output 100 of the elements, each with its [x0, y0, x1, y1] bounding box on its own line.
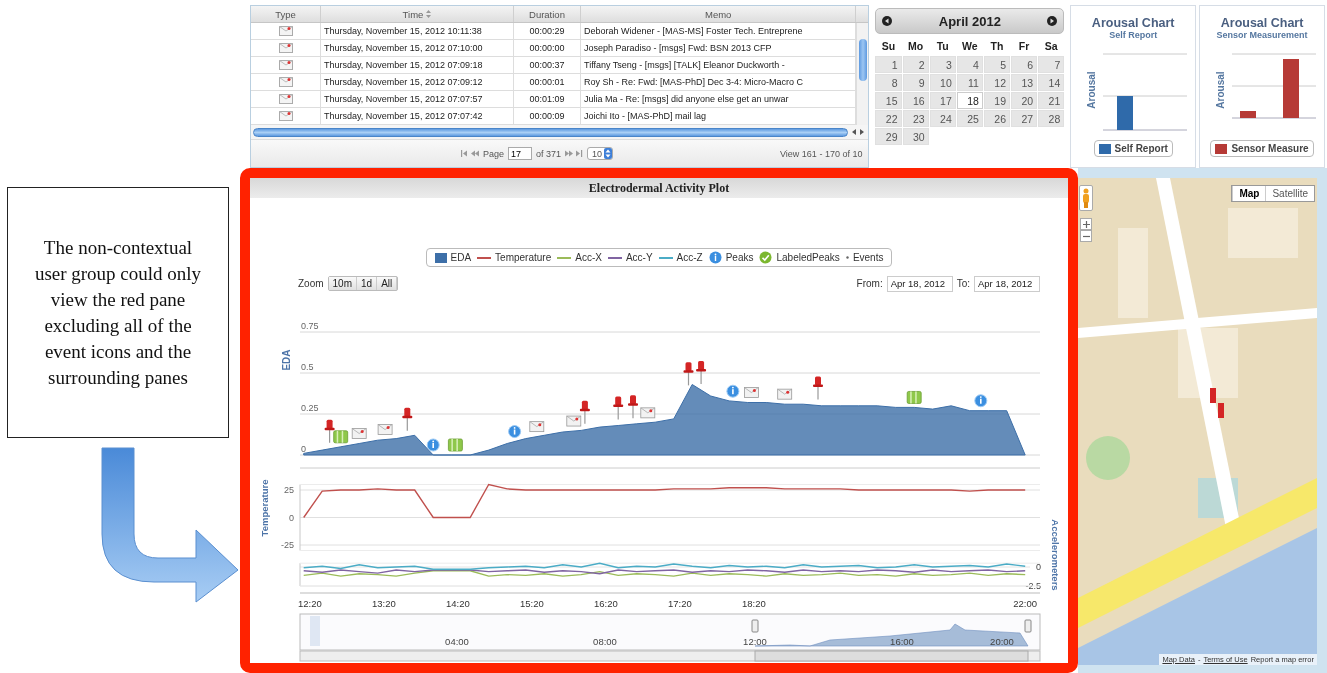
legend-label[interactable]: LabeledPeaks — [776, 252, 840, 263]
info-icon[interactable] — [426, 438, 440, 452]
first-page-icon[interactable] — [461, 150, 479, 157]
mail-icon[interactable] — [777, 388, 793, 400]
info-icon[interactable] — [974, 394, 988, 408]
to-date-field[interactable]: Apr 18, 2012 — [974, 275, 1040, 292]
axis-tick-label: 0 — [1036, 562, 1041, 572]
column-header[interactable]: Time — [321, 6, 514, 22]
page-label: Page — [483, 148, 505, 159]
calendar-day[interactable]: 23 — [902, 110, 929, 127]
calendar-day[interactable]: 30 — [902, 128, 929, 145]
axis-tick-label: 22:00 — [1013, 598, 1038, 609]
chart-subtitle: Self Report — [1109, 30, 1158, 40]
info-icon[interactable] — [508, 425, 522, 439]
range-handle[interactable] — [1024, 619, 1032, 633]
calendar-day[interactable]: 15 — [875, 92, 902, 109]
axis-tick-label: 12:00 — [743, 636, 767, 647]
calendar-day[interactable]: 28 — [1038, 110, 1065, 127]
axis-tick-label: 0.75 — [301, 321, 319, 331]
chart-title: Arousal Chart — [1220, 16, 1304, 30]
range-handle[interactable] — [751, 619, 759, 633]
note-icon[interactable] — [448, 438, 463, 452]
note-icon[interactable] — [906, 391, 922, 404]
chart-legend[interactable]: Sensor Measure — [1210, 140, 1314, 157]
calendar-day[interactable]: 1 — [875, 56, 902, 73]
mail-icon[interactable] — [566, 415, 582, 427]
legend-label[interactable]: Events — [852, 252, 884, 263]
calendar-day[interactable]: 7 — [1038, 56, 1065, 73]
calendar-day[interactable]: 8 — [875, 74, 902, 91]
calendar-day[interactable]: 29 — [875, 128, 902, 145]
page-size-select[interactable]: 10 — [587, 147, 614, 160]
axis-tick-label: 0.5 — [301, 362, 314, 372]
column-header[interactable]: Memo — [581, 6, 857, 22]
axis-tick-label: -2.5 — [1025, 581, 1041, 591]
navigator-mask — [310, 616, 320, 646]
legend-label[interactable]: Acc-X — [575, 252, 602, 263]
scrollbar[interactable] — [299, 650, 1041, 662]
pin-icon[interactable] — [579, 400, 590, 425]
pin-icon[interactable] — [696, 361, 707, 385]
calendar-day[interactable]: 6 — [1011, 56, 1038, 73]
zoom-button[interactable]: 10m — [328, 277, 357, 290]
mail-icon[interactable] — [640, 407, 656, 419]
mail-icon — [278, 42, 293, 54]
calendar-day[interactable]: 17 — [929, 92, 956, 109]
next-month-icon[interactable] — [1047, 16, 1058, 26]
mail-icon[interactable] — [529, 421, 545, 433]
from-date-field[interactable]: Apr 18, 2012 — [886, 275, 953, 292]
legend-label[interactable]: Acc-Z — [676, 252, 703, 263]
chart-legend[interactable]: Self Report — [1093, 140, 1173, 157]
legend-label[interactable]: Temperature — [495, 252, 552, 263]
calendar-day[interactable]: 14 — [1038, 74, 1065, 91]
column-header[interactable]: Duration — [514, 6, 581, 22]
axis-tick-label: 0.25 — [301, 403, 319, 413]
mail-icon[interactable] — [351, 428, 367, 439]
month-title: April 2012 — [938, 13, 1001, 29]
calendar-day[interactable]: 12 — [983, 74, 1010, 91]
calendar-day[interactable]: 27 — [1011, 110, 1038, 127]
calendar-day[interactable]: 16 — [902, 92, 929, 109]
legend-label[interactable]: Peaks — [725, 252, 754, 263]
calendar-day[interactable]: 11 — [956, 74, 983, 91]
calendar-day[interactable]: 24 — [929, 110, 956, 127]
column-header[interactable]: Type — [251, 6, 321, 22]
zoom-button[interactable]: All — [377, 277, 398, 290]
annotation-text: The non-contextual user group could only view the red pane excluding all of the event icons and the surrounding panes — [7, 187, 229, 438]
mail-icon[interactable] — [744, 387, 759, 398]
scrollbar[interactable] — [253, 127, 849, 137]
calendar-day[interactable]: 25 — [956, 110, 983, 127]
axis-tick-label: 17:20 — [667, 598, 692, 609]
calendar-day[interactable]: 22 — [875, 110, 902, 127]
calendar-day[interactable]: 13 — [1011, 74, 1038, 91]
mail-icon — [278, 93, 293, 105]
zoom-in-button[interactable] — [1080, 218, 1092, 230]
calendar-day[interactable]: 4 — [956, 56, 983, 73]
person-icon[interactable] — [1082, 188, 1090, 208]
last-page-icon[interactable] — [565, 150, 584, 157]
legend-label[interactable]: EDA — [450, 252, 472, 263]
calendar-day[interactable]: 18 — [956, 92, 983, 109]
page-field[interactable]: 17 — [508, 147, 533, 160]
pin-icon[interactable] — [628, 395, 638, 419]
calendar-day[interactable]: 10 — [929, 74, 956, 91]
pin-icon[interactable] — [613, 396, 624, 421]
calendar-day[interactable]: 2 — [902, 56, 929, 73]
calendar-day[interactable]: 5 — [983, 56, 1010, 73]
mail-icon[interactable] — [377, 424, 393, 435]
calendar-day[interactable]: 3 — [929, 56, 956, 73]
calendar-day[interactable]: 26 — [983, 110, 1010, 127]
calendar-day[interactable]: 21 — [1038, 92, 1065, 109]
previous-month-icon[interactable] — [882, 16, 893, 26]
info-icon[interactable] — [726, 384, 740, 398]
pin-icon[interactable] — [813, 376, 823, 401]
pin-icon[interactable] — [402, 407, 413, 432]
legend-label[interactable]: Acc-Y — [625, 252, 653, 263]
calendar-day[interactable]: 19 — [983, 92, 1010, 109]
axis-tick-label: 14:20 — [445, 598, 470, 609]
zoom-out-button[interactable] — [1080, 230, 1092, 242]
calendar-day[interactable]: 9 — [902, 74, 929, 91]
calendar-day[interactable]: 20 — [1011, 92, 1038, 109]
axis-tick-label: 20:00 — [990, 636, 1014, 647]
zoom-button[interactable]: 1d — [357, 277, 378, 290]
pin-icon[interactable] — [683, 362, 694, 386]
